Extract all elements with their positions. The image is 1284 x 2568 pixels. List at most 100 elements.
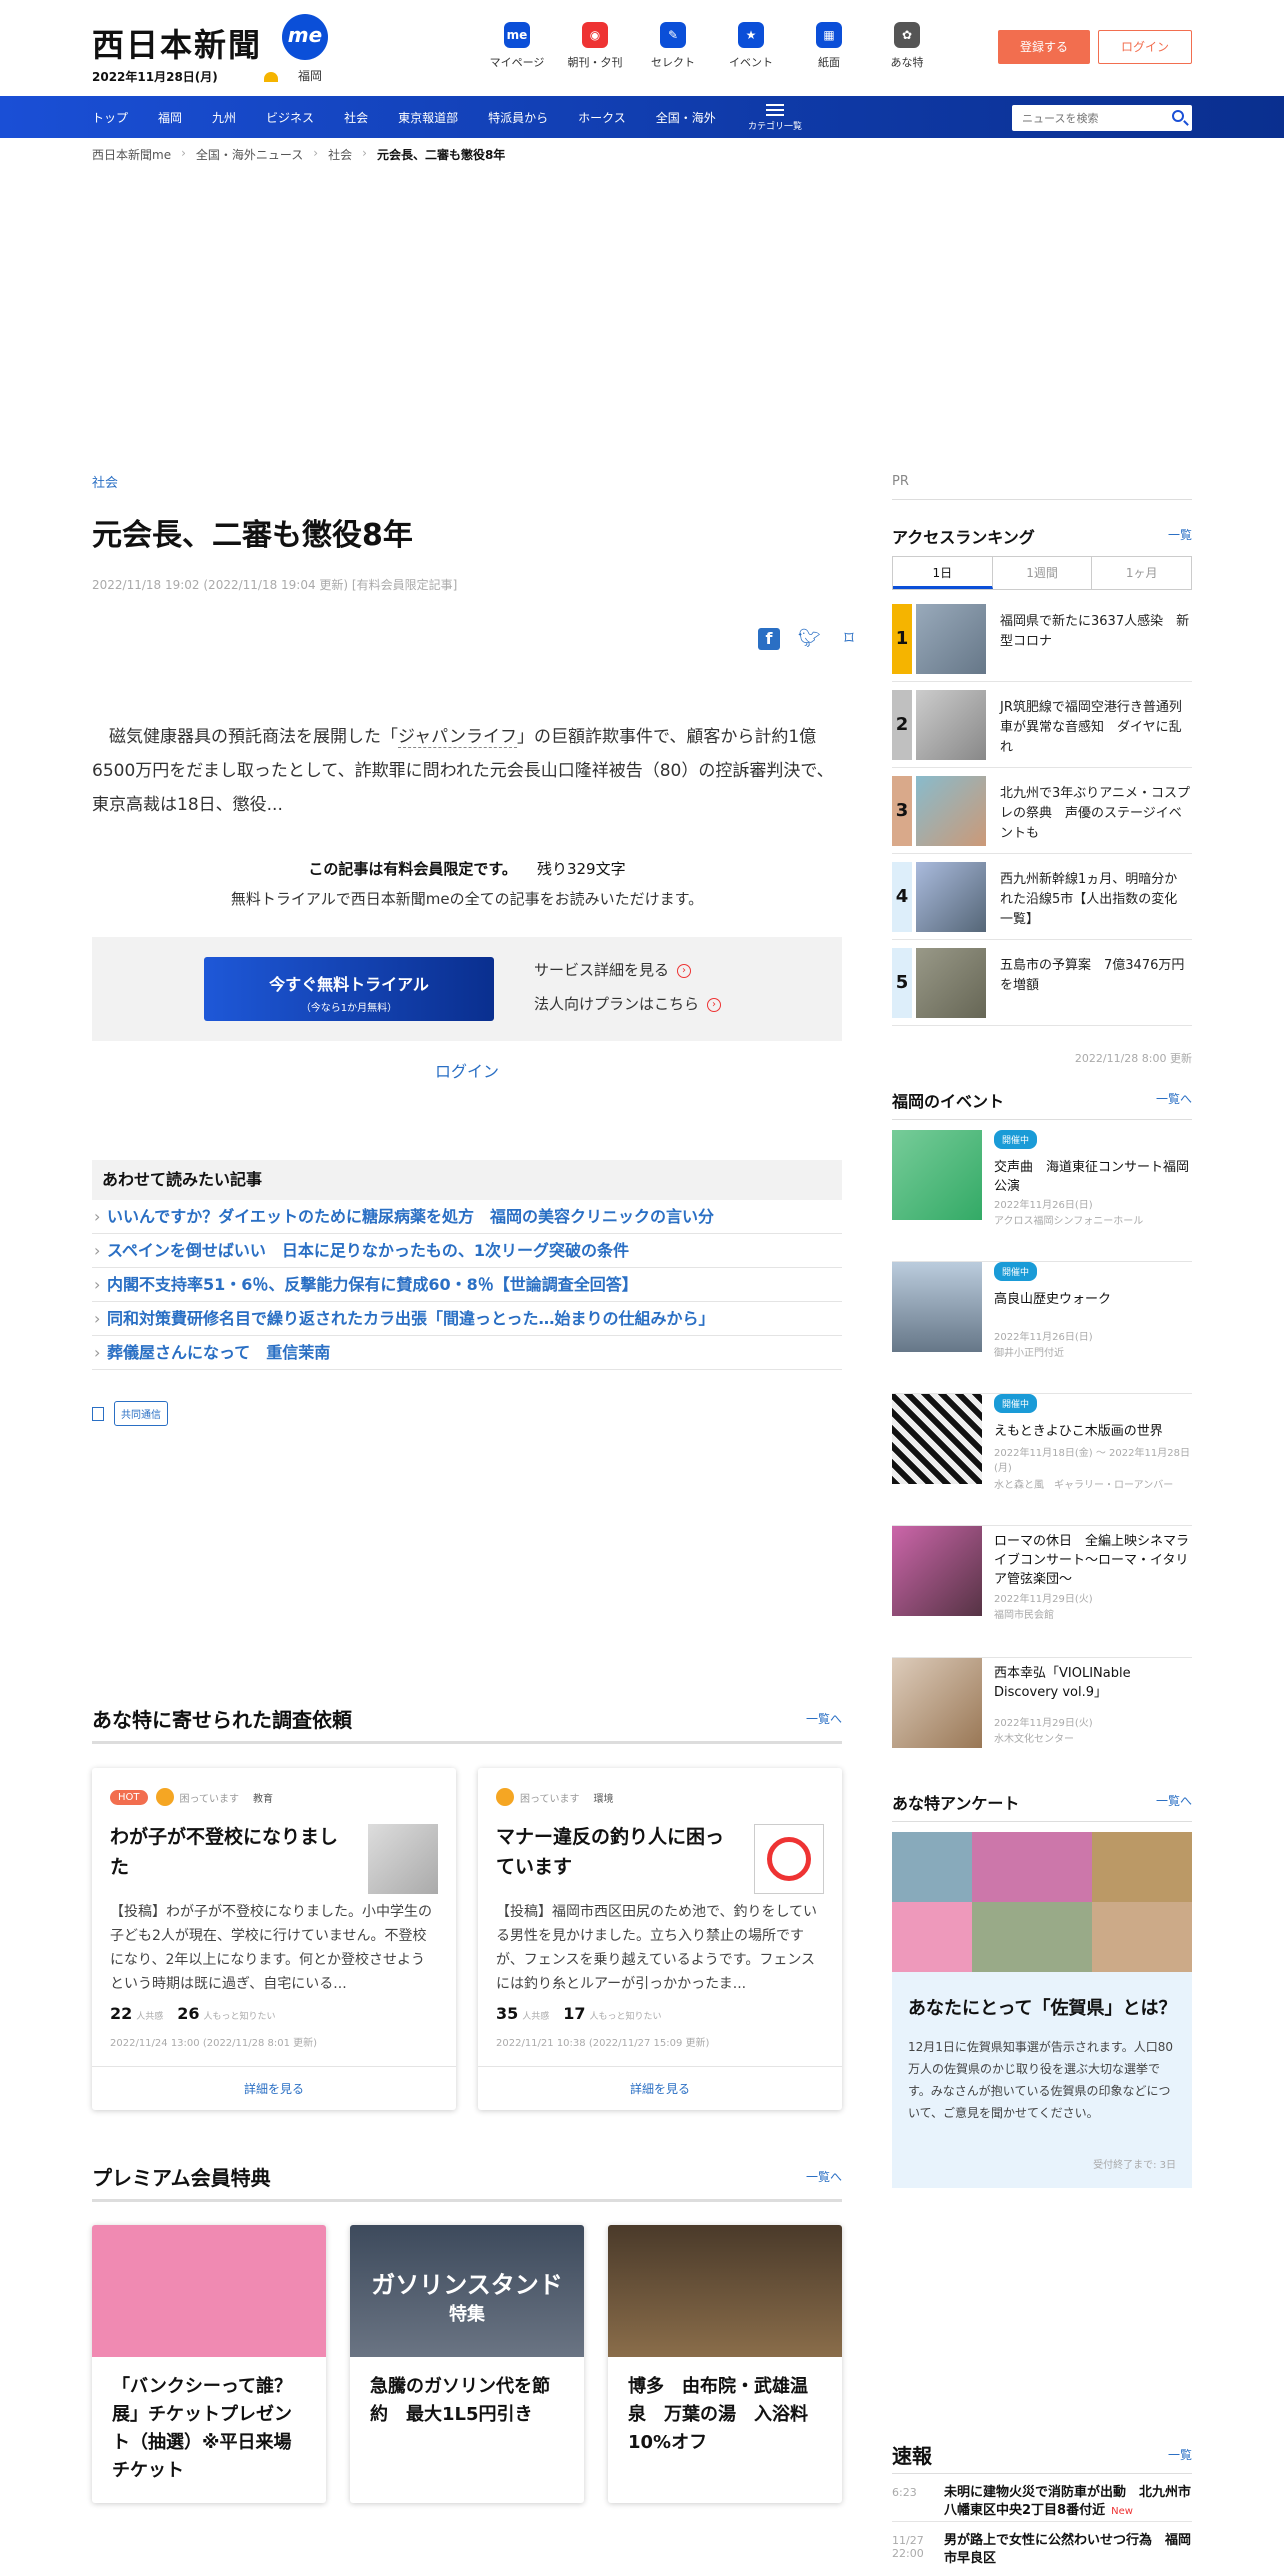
ranking-thumbnail xyxy=(916,776,986,846)
related-item[interactable]: 内閣不支持率51・6％、反撃能力保有に賛成60・8％【世論調査全回答】 xyxy=(92,1268,842,1302)
premium-card[interactable]: 「バンクシーって誰？展」チケットプレゼント（抽選）※平日来場チケット xyxy=(92,2225,326,2503)
nav-business[interactable]: ビジネス xyxy=(266,109,314,126)
survey-date: 2022/11/24 13:00 (2022/11/28 8:01 更新) xyxy=(110,2038,318,2049)
corporate-plan-link[interactable]: 法人向けプランはこちら › xyxy=(534,993,722,1014)
nav-correspondent[interactable]: 特派員から xyxy=(488,109,548,126)
ranking-tabs: 1日 1週間 1ヶ月 xyxy=(892,556,1192,590)
flash-item[interactable]: 11/27 22:00 男が路上で女性に公然わいせつ行為 福岡市早良区 xyxy=(892,2530,1192,2568)
mood-label: 困っています xyxy=(179,1793,240,1805)
survey-card[interactable]: HOT 困っています 教育 わが子が不登校になりました 【投稿】わが子が不登校に… xyxy=(92,1768,456,2110)
mood-label: 困っています xyxy=(520,1793,580,1805)
image-overlay-sub: 特集 xyxy=(449,2304,485,2325)
ongoing-badge: 開催中 xyxy=(994,1130,1038,1149)
nav-top[interactable]: トップ xyxy=(92,109,128,126)
events-more-link[interactable]: 一覧へ xyxy=(1156,1090,1192,1107)
nav-anatoku[interactable]: ✿ あな特 xyxy=(868,22,946,70)
ranking-title: JR筑肥線で福岡空港行き普通列車が異常な音感知 ダイヤに乱れ xyxy=(1000,700,1182,755)
survey-detail-link[interactable]: 詳細を見る xyxy=(478,2066,842,2110)
bookmark-icon[interactable]: ⌑ xyxy=(838,628,860,650)
category-label: カテゴリ一覧 xyxy=(748,122,803,132)
nav-shimen[interactable]: ▦ 紙面 xyxy=(790,22,868,70)
event-date: 2022年11月18日(金) 〜 2022年11月28日(月) xyxy=(994,1448,1190,1474)
chevron-right-icon: › xyxy=(181,146,186,160)
logo-badge[interactable]: me xyxy=(282,14,328,60)
topic-tag[interactable]: 環境 xyxy=(594,1790,614,1805)
free-trial-button[interactable]: 今すぐ無料トライアル （今なら1か月無料） xyxy=(204,957,494,1021)
ranking-title: 北九州で3年ぶりアニメ・コスプレの祭典 声優のステージイベントも xyxy=(1000,786,1191,841)
nav-select[interactable]: ✎ セレクト xyxy=(634,22,712,70)
register-button[interactable]: 登録する xyxy=(998,30,1090,64)
related-item[interactable]: 同和対策費研修名目で繰り返されたカラ出張「間違っとった…始まりの仕組みから」 xyxy=(92,1302,842,1336)
topic-tag[interactable]: 教育 xyxy=(253,1790,273,1805)
flash-item[interactable]: 6:23 未明に建物火災で消防車が出動 北九州市八幡東区中央2丁目8番付近 New xyxy=(892,2482,1192,2522)
survey-detail-link[interactable]: 詳細を見る xyxy=(92,2066,456,2110)
ongoing-badge: 開催中 xyxy=(994,1262,1038,1281)
search-icon[interactable] xyxy=(1172,110,1184,122)
related-item[interactable]: 葬儀屋さんになって 重信茉南 xyxy=(92,1336,842,1370)
breadcrumb-home[interactable]: 西日本新聞me xyxy=(92,146,171,163)
breadcrumb-society[interactable]: 社会 xyxy=(328,146,352,163)
article-meta: 2022/11/18 19:02 (2022/11/18 19:04 更新) [… xyxy=(92,578,458,592)
events-heading: 福岡のイベント xyxy=(892,1092,1005,1111)
nav-mypage[interactable]: me マイページ xyxy=(478,22,556,70)
survey-title: マナー違反の釣り人に困っています xyxy=(496,1826,725,1878)
enquete-more-link[interactable]: 一覧へ xyxy=(1156,1792,1192,1809)
nav-paper[interactable]: ◉ 朝刊・夕刊 xyxy=(556,22,634,70)
nav-fukuoka[interactable]: 福岡 xyxy=(158,109,182,126)
tab-day[interactable]: 1日 xyxy=(893,557,993,589)
nav-event[interactable]: ★ イベント xyxy=(712,22,790,70)
flash-more-link[interactable]: 一覧 xyxy=(1168,2446,1192,2463)
ranking-thumbnail xyxy=(916,604,986,674)
ranking-item[interactable]: 4 西九州新幹線1ヵ月、明暗分かれた沿線5市【人出指数の変化一覧】 xyxy=(892,854,1192,940)
survey-card[interactable]: 困っています 環境 マナー違反の釣り人に困っています 【投稿】福岡市西区田尻のた… xyxy=(478,1768,842,2110)
lead-link[interactable]: ジャパンライフ xyxy=(398,727,517,748)
tab-month[interactable]: 1ヶ月 xyxy=(1092,557,1191,589)
ranking-item[interactable]: 1 福岡県で新たに3637人感染 新型コロナ xyxy=(892,596,1192,682)
premium-card[interactable]: 博多 由布院・武雄温泉 万葉の湯 入浴料10%オフ xyxy=(608,2225,842,2503)
event-item[interactable]: 西本幸弘「VIOLINable Discovery vol.9」 2022年11月… xyxy=(892,1658,1192,1772)
event-item[interactable]: 開催中 えもときよひこ木版画の世界 2022年11月18日(金) 〜 2022年11… xyxy=(892,1394,1192,1526)
facebook-icon[interactable]: f xyxy=(758,628,780,650)
twitter-icon[interactable]: 🐦︎ xyxy=(798,628,821,650)
related-item[interactable]: いいんですか？ダイエットのために糖尿病薬を処方 福岡の美容クリニックの言い分 xyxy=(92,1200,842,1234)
ticket-icon: ★ xyxy=(738,22,764,48)
search-box xyxy=(1012,105,1192,131)
nav-kyushu[interactable]: 九州 xyxy=(212,109,236,126)
related-item[interactable]: スペインを倒せばいい 日本に足りなかったもの、1次リーグ突破の条件 xyxy=(92,1234,842,1268)
event-item[interactable]: 開催中 交声曲 海道東征コンサート福岡公演 2022年11月26日(日) アクロス福岡… xyxy=(892,1130,1192,1262)
site-logo[interactable]: 西日本新聞 xyxy=(92,20,262,66)
event-item[interactable]: ローマの休日 全編上映シネマライブコンサート～ローマ・イタリア管弦楽団～ 2022… xyxy=(892,1526,1192,1658)
tab-week[interactable]: 1週間 xyxy=(993,557,1093,589)
empathy-label: 人共感 xyxy=(522,2012,550,2022)
service-detail-link[interactable]: サービス詳細を見る › xyxy=(534,959,692,980)
article-login-link[interactable]: ログイン xyxy=(92,1058,842,1082)
paywall-notice: この記事は有料会員限定です。 残り329文字 xyxy=(92,858,842,879)
survey-date: 2022/11/21 10:38 (2022/11/27 15:09 更新) xyxy=(496,2038,710,2049)
surveys-more-link[interactable]: 一覧へ xyxy=(806,1710,842,1727)
ranking-item[interactable]: 2 JR筑肥線で福岡空港行き普通列車が異常な音感知 ダイヤに乱れ xyxy=(892,682,1192,768)
ranking-item[interactable]: 5 五島市の予算案 7億3476万円を増額 xyxy=(892,940,1192,1026)
rank-number: 2 xyxy=(892,690,912,760)
premium-more-link[interactable]: 一覧へ xyxy=(806,2168,842,2185)
nav-world[interactable]: 全国・海外 xyxy=(656,109,716,126)
nav-hawks[interactable]: ホークス xyxy=(578,109,626,126)
premium-card[interactable]: ガソリンスタンド 特集 急騰のガソリン代を節約 最大1L5円引き xyxy=(350,2225,584,2503)
source-badge[interactable]: 共同通信 xyxy=(114,1401,168,1426)
article-category[interactable]: 社会 xyxy=(92,472,842,491)
event-item[interactable]: 開催中 高良山歴史ウォーク 2022年11月26日(日) 御井小正門付近 xyxy=(892,1262,1192,1394)
flash-text: 未明に建物火災で消防車が出動 北九州市八幡東区中央2丁目8番付近 New xyxy=(944,2484,1192,2521)
nav-label: マイページ xyxy=(489,56,545,69)
nav-tokyo[interactable]: 東京報道部 xyxy=(398,109,458,126)
enquete-card[interactable]: あなたにとって「佐賀県」とは？ 12月1日に佐賀県知事選が告示されます。人口80… xyxy=(892,1832,1192,2188)
worried-face-icon xyxy=(155,1788,174,1806)
survey-stats: 35 人共感 17 人もっと知りたい xyxy=(496,2004,676,2023)
ranking-item[interactable]: 3 北九州で3年ぶりアニメ・コスプレの祭典 声優のステージイベントも xyxy=(892,768,1192,854)
breadcrumb-world[interactable]: 全国・海外ニュース xyxy=(196,146,303,163)
ranking-more-link[interactable]: 一覧 xyxy=(1168,526,1192,543)
nav-society[interactable]: 社会 xyxy=(344,109,368,126)
login-button[interactable]: ログイン xyxy=(1098,30,1192,64)
weather[interactable]: 福岡 xyxy=(264,67,322,84)
category-menu-button[interactable]: カテゴリ一覧 xyxy=(748,104,802,132)
search-input[interactable] xyxy=(1012,105,1162,131)
nav-label: セレクト xyxy=(651,56,695,69)
